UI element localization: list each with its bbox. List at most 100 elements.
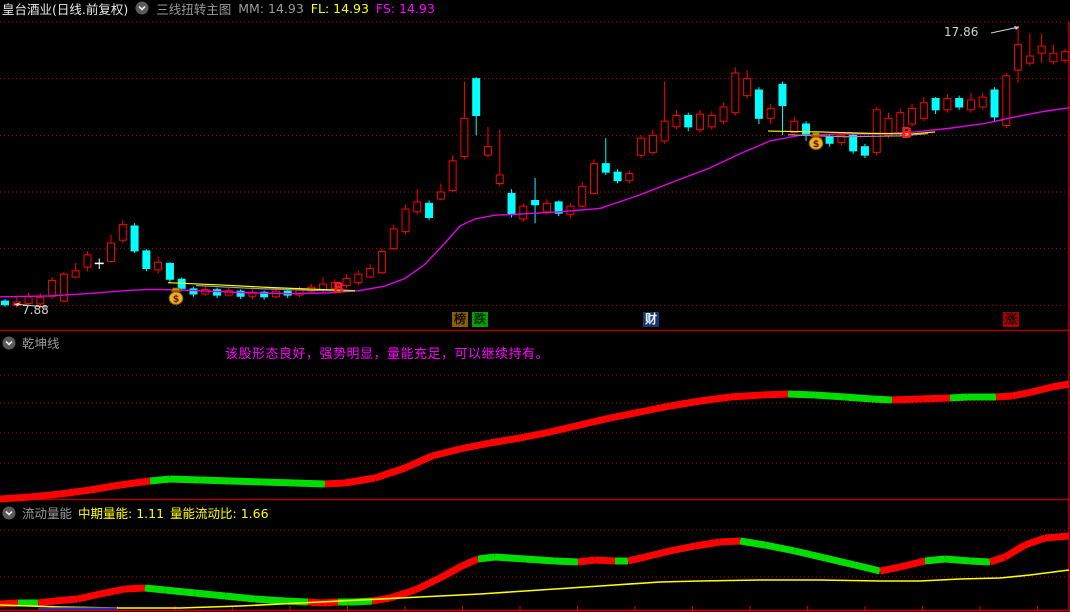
candle-body	[83, 254, 92, 268]
qiankun-trend-band	[669, 397, 701, 410]
candle-body	[872, 109, 881, 153]
qiankun-trend-band	[344, 474, 376, 487]
candle-body	[908, 107, 917, 125]
candle-body	[436, 191, 445, 200]
flow-metric-ratio: 量能流动比: 1.66	[170, 506, 269, 521]
ranking-tag-button[interactable]: 榜	[452, 312, 468, 327]
candle-body	[519, 205, 528, 220]
candle-body	[1049, 52, 1058, 63]
candle-body	[189, 288, 198, 295]
candle-body	[531, 199, 540, 206]
qiankun-trend-band	[699, 393, 731, 405]
candle-body	[142, 250, 151, 269]
flow-energy-band	[824, 554, 856, 569]
ranking-tag-button[interactable]: 跌	[472, 312, 488, 327]
flow-energy-band	[99, 585, 126, 598]
candle-body	[1014, 44, 1023, 71]
flow-energy-band	[988, 553, 1007, 566]
flow-energy-band	[194, 589, 226, 600]
qiankun-trend-band	[891, 395, 921, 404]
indicator-name[interactable]: 三线扭转主图	[156, 0, 231, 18]
main-chart-header: 皇台酒业(日线.前复权) 三线扭转主图 MM: 14.93 FL: 14.93 …	[2, 0, 435, 18]
flow-indicator-name[interactable]: 流动量能	[22, 503, 72, 522]
candle-body	[389, 228, 398, 250]
qiankun-trend-band	[549, 421, 581, 436]
candle-body	[601, 163, 610, 173]
qiankun-trend-band	[294, 479, 326, 488]
fs-value: FS: 14.93	[375, 0, 435, 16]
candle-body	[613, 171, 622, 182]
candle-body	[472, 78, 481, 116]
candle-body	[672, 114, 681, 128]
chevron-down-icon[interactable]	[135, 1, 149, 15]
flow-energy-band	[54, 595, 79, 605]
candle-body	[955, 97, 964, 108]
qiankun-trend-band	[149, 475, 171, 485]
candle-body	[660, 120, 669, 142]
qiankun-trend-band	[919, 394, 951, 403]
candle-body	[731, 72, 740, 114]
qiankun-trend-band	[169, 475, 201, 484]
candle-body	[377, 250, 386, 274]
candle-body	[754, 89, 763, 119]
candle-body	[1037, 45, 1046, 54]
qiankun-trend-band	[0, 493, 31, 503]
buy-signal-label: B	[901, 124, 913, 142]
flow-energy-band	[899, 557, 926, 571]
qiankun-trend-band	[261, 478, 296, 487]
qiankun-trend-band	[761, 390, 789, 399]
flow-energy-band	[794, 547, 826, 562]
chevron-down-icon[interactable]	[2, 506, 16, 520]
candle-body	[1, 300, 9, 306]
candle-body	[1061, 51, 1070, 61]
flow-energy-band	[924, 555, 946, 565]
candle-body	[802, 123, 811, 135]
flow-energy-band	[1044, 532, 1070, 542]
flow-energy-band	[627, 553, 646, 565]
qiankun-trend-band	[579, 414, 611, 429]
qiankun-trend-band	[324, 479, 346, 488]
qiankun-trend-band	[787, 390, 816, 399]
candle-body	[648, 134, 657, 153]
chevron-down-icon[interactable]	[2, 336, 16, 350]
qiankun-trend-band	[199, 476, 231, 485]
candle-body	[919, 102, 928, 119]
flow-energy-band	[413, 574, 442, 594]
flow-energy-band	[438, 562, 464, 582]
ranking-tag-button[interactable]: 涨	[1003, 312, 1019, 327]
high-price-label: 17.86	[944, 25, 979, 39]
candle-body	[978, 96, 987, 108]
qiankun-indicator-name[interactable]: 乾坤线	[22, 333, 60, 352]
candle-body	[707, 114, 716, 128]
qiankun-trend-band	[459, 439, 491, 453]
qiankun-trend-band	[871, 395, 893, 404]
qiankun-trend-band	[119, 477, 151, 489]
candle-body	[483, 146, 492, 156]
candle-body	[71, 270, 80, 278]
candle-body	[766, 107, 775, 119]
flow-energy-band	[354, 597, 373, 606]
flow-metric-mid: 中期量能: 1.11	[78, 506, 165, 521]
high-label-arrow	[990, 26, 1020, 34]
flow-energy-band	[284, 597, 309, 606]
buy-signal-label: B	[333, 279, 345, 297]
qiankun-trend-band	[229, 477, 263, 486]
qiankun-trend-band	[995, 392, 1013, 401]
candle-body	[966, 99, 975, 111]
candle-body	[778, 83, 787, 107]
stock-title: 皇台酒业(日线.前复权)	[2, 1, 129, 17]
candle-body	[130, 225, 139, 252]
candle-body	[743, 78, 752, 97]
candle-body	[118, 224, 127, 241]
flow-energy-band	[969, 557, 991, 566]
flow-energy-band	[124, 584, 146, 593]
candle-body	[1025, 55, 1034, 64]
candle-body	[425, 202, 434, 218]
ranking-tag-button[interactable]: 财	[643, 312, 659, 327]
candle-body	[637, 137, 646, 156]
flow-energy-band	[1023, 534, 1047, 549]
candle-body	[790, 120, 799, 133]
candle-body	[495, 174, 504, 184]
flow-energy-band	[460, 555, 480, 570]
qiankun-trend-band	[1051, 380, 1070, 391]
